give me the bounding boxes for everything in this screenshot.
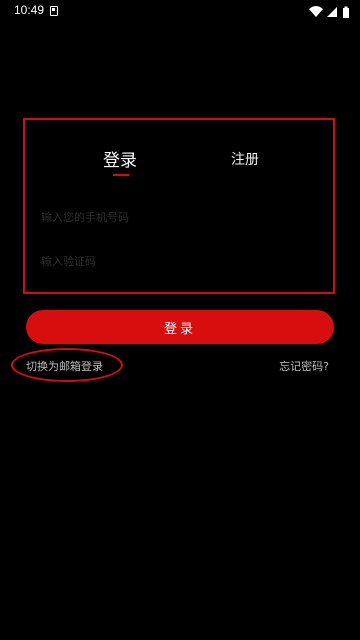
forgot-password-link[interactable]: 忘记密码?	[279, 358, 329, 374]
status-bar: 10:49	[0, 0, 360, 24]
verification-code-input[interactable]	[41, 250, 321, 272]
tab-register[interactable]: 注册	[231, 149, 259, 169]
login-form-panel: 登录 注册	[23, 118, 335, 294]
tab-login[interactable]: 登录	[103, 146, 137, 171]
battery-icon	[343, 6, 349, 18]
active-tab-indicator	[113, 174, 129, 176]
status-time: 10:49	[14, 3, 45, 17]
notification-icon	[50, 6, 58, 16]
phone-input[interactable]	[41, 206, 321, 228]
signal-icon	[327, 7, 337, 17]
wifi-icon	[309, 6, 323, 17]
status-icons	[308, 5, 352, 19]
login-button[interactable]: 登录	[26, 310, 334, 344]
switch-email-login-link[interactable]: 切换为邮箱登录	[26, 358, 103, 374]
login-screen: 10:49 登录 注册 登录 切换为邮箱登录 忘记密码	[0, 0, 360, 640]
